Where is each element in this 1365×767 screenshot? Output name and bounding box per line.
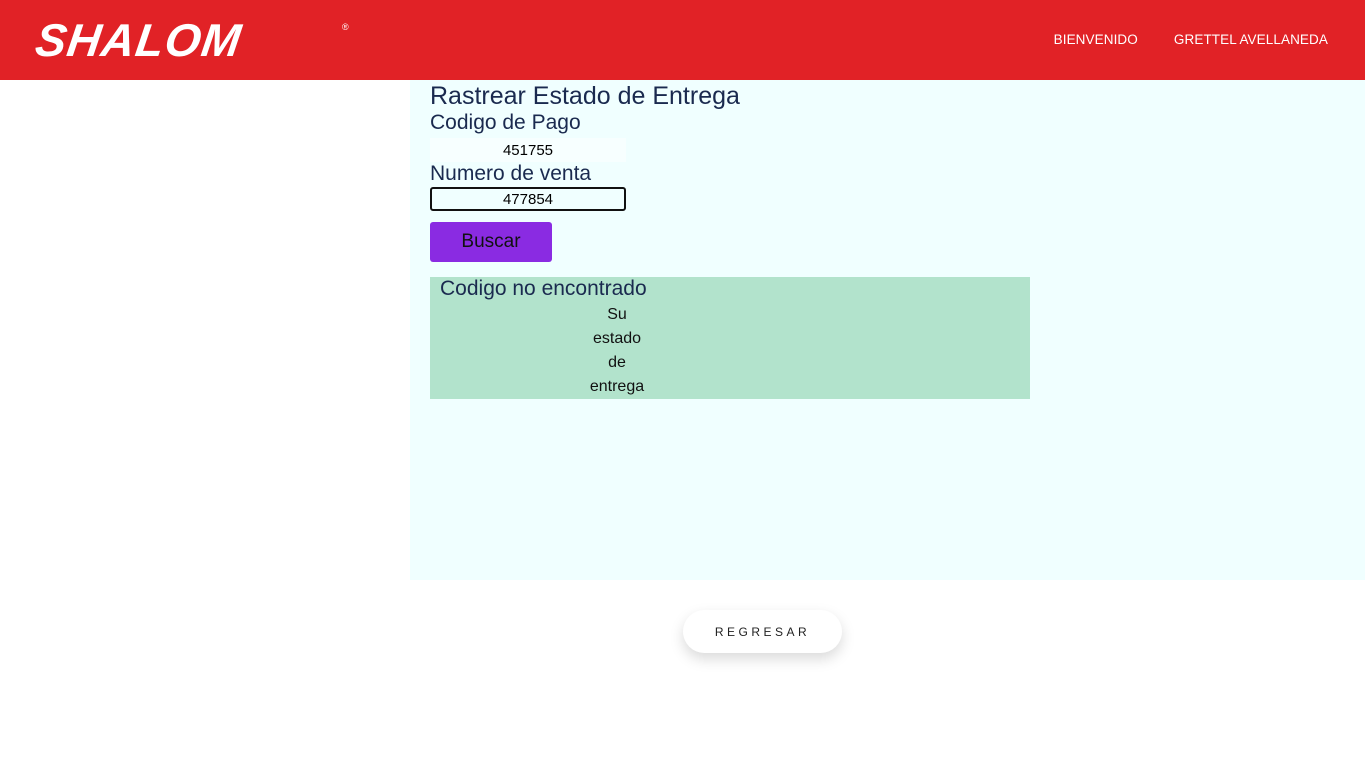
tracking-panel: Rastrear Estado de Entrega Codigo de Pag… [410, 80, 1365, 580]
regresar-button[interactable]: REGRESAR [683, 610, 842, 653]
registered-mark: ® [342, 22, 349, 32]
result-box: Codigo no encontrado Su estado de entreg… [430, 277, 1030, 399]
nav-item-user-name[interactable]: GRETTEL AVELLANEDA [1174, 32, 1328, 47]
nav-item-bienvenido[interactable]: BIENVENIDO [1054, 32, 1138, 47]
codigo-pago-label: Codigo de Pago [430, 111, 581, 134]
shalom-logo[interactable]: SHALOM [32, 14, 245, 66]
buscar-button[interactable]: Buscar [430, 222, 552, 262]
top-navbar: SHALOM ® BIENVENIDO GRETTEL AVELLANEDA [0, 0, 1365, 80]
numero-venta-label: Numero de venta [430, 162, 592, 185]
nav-links: BIENVENIDO GRETTEL AVELLANEDA [1054, 32, 1328, 47]
result-status-text: Su estado de entrega [589, 306, 645, 395]
codigo-pago-input[interactable] [430, 138, 626, 162]
page-title: Rastrear Estado de Entrega [430, 82, 740, 110]
result-title: Codigo no encontrado [440, 277, 647, 300]
numero-venta-input[interactable] [430, 187, 626, 211]
